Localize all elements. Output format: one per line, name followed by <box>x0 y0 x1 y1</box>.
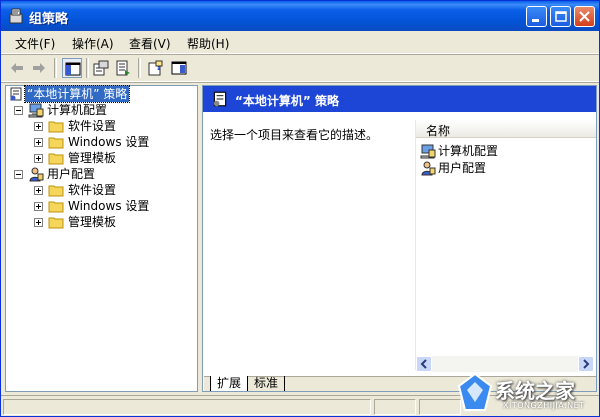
action-pane-icon <box>171 61 187 75</box>
expand-toggle[interactable] <box>34 122 43 131</box>
watermark-text: 系统之家 <box>495 379 575 403</box>
tree-label: 软件设置 <box>68 119 117 133</box>
export-list-button[interactable] <box>113 58 133 78</box>
description-text: 选择一个项目来查看它的描述。 <box>210 128 379 142</box>
watermark-logo-icon <box>457 372 493 411</box>
forward-button[interactable] <box>29 58 49 78</box>
properties-icon <box>93 60 109 76</box>
help-icon: ? <box>148 60 163 76</box>
tree-label: 管理模板 <box>68 151 117 165</box>
expand-toggle[interactable] <box>34 186 43 195</box>
close-icon <box>579 11 590 22</box>
tree-label: “本地计算机” 策略 <box>23 85 131 103</box>
status-cell-2 <box>374 399 416 415</box>
minimize-icon <box>532 19 539 22</box>
collapse-toggle[interactable] <box>14 170 23 179</box>
collapse-toggle[interactable] <box>14 106 23 115</box>
column-header-name[interactable]: 名称 <box>416 120 596 138</box>
tree-item-local-computer-policy[interactable]: “本地计算机” 策略 <box>8 85 196 103</box>
tree-item-computer-config[interactable]: 计算机配置 <box>6 102 194 118</box>
toolbar: ? <box>1 55 599 82</box>
user-config-icon <box>421 161 436 176</box>
toolbar-separator <box>86 58 89 78</box>
tree-label: Windows 设置 <box>68 135 150 149</box>
watermark-subtext: XITONGZHIJIA.NET <box>503 401 585 410</box>
maximize-icon <box>555 11 567 22</box>
properties-button[interactable] <box>91 58 111 78</box>
tree-item-user-windows-settings[interactable]: Windows 设置 <box>6 198 194 214</box>
tree-label: 用户配置 <box>47 167 96 181</box>
list-item-label: 计算机配置 <box>438 144 499 158</box>
minimize-button[interactable] <box>526 6 547 27</box>
group-policy-window: 组策略 文件(F) 操作(A) 查看(V) 帮助(H) ? “本地计算机” 策略… <box>0 0 600 417</box>
tree-label: 软件设置 <box>68 183 117 197</box>
status-cell-main <box>3 399 371 415</box>
banner-title: “本地计算机” 策略 <box>235 94 339 108</box>
console-tree-icon <box>65 62 81 76</box>
folder-icon <box>48 185 64 197</box>
tree-label: Windows 设置 <box>68 199 150 213</box>
maximize-button[interactable] <box>550 6 571 27</box>
export-list-icon <box>116 60 130 76</box>
policy-icon <box>10 87 22 101</box>
list-item-label: 用户配置 <box>438 161 487 175</box>
menu-action[interactable]: 操作(A) <box>72 35 114 52</box>
tab-extended[interactable]: 扩展 <box>210 376 249 391</box>
tree-item-software-settings[interactable]: 软件设置 <box>6 118 194 134</box>
site-watermark: 系统之家 XITONGZHIJIA.NET <box>453 369 599 415</box>
tree-item-admin-templates[interactable]: 管理模板 <box>6 150 194 166</box>
expand-toggle[interactable] <box>34 154 43 163</box>
user-config-icon <box>29 167 44 182</box>
menu-bar: 文件(F) 操作(A) 查看(V) 帮助(H) <box>1 31 599 54</box>
details-pane: “本地计算机” 策略 选择一个项目来查看它的描述。 名称 计算机配置 用户配置 <box>202 85 597 392</box>
expand-toggle[interactable] <box>34 202 43 211</box>
show-hide-console-tree-button[interactable] <box>62 58 82 78</box>
column-header-label: 名称 <box>426 124 451 138</box>
computer-config-icon <box>28 103 44 118</box>
back-button[interactable] <box>7 58 27 78</box>
tab-standard[interactable]: 标准 <box>248 376 286 391</box>
forward-arrow-icon <box>33 63 45 73</box>
folder-icon <box>48 153 64 165</box>
toolbar-separator <box>138 58 141 78</box>
items-list[interactable]: 名称 计算机配置 用户配置 <box>415 120 596 370</box>
tree-item-user-software-settings[interactable]: 软件设置 <box>6 182 194 198</box>
toolbar-separator <box>54 58 57 78</box>
tree-item-user-config[interactable]: 用户配置 <box>6 166 194 182</box>
menu-view[interactable]: 查看(V) <box>129 35 171 52</box>
details-banner: “本地计算机” 策略 <box>203 86 596 112</box>
tree-label: 计算机配置 <box>47 103 108 117</box>
folder-icon <box>48 201 64 213</box>
group-policy-app-icon <box>9 8 23 24</box>
tree-item-windows-settings[interactable]: Windows 设置 <box>6 134 194 150</box>
folder-icon <box>48 121 64 133</box>
expand-toggle[interactable] <box>34 138 43 147</box>
close-button[interactable] <box>574 6 595 27</box>
tree-label: 管理模板 <box>68 215 117 229</box>
tree-item-user-admin-templates[interactable]: 管理模板 <box>6 214 194 230</box>
title-bar[interactable]: 组策略 <box>1 1 599 31</box>
policy-icon <box>213 91 227 107</box>
back-arrow-icon <box>11 63 23 73</box>
menu-help[interactable]: 帮助(H) <box>187 35 229 52</box>
help-button[interactable]: ? <box>146 58 166 78</box>
computer-config-icon <box>420 144 436 159</box>
window-title: 组策略 <box>29 12 69 27</box>
folder-icon <box>48 217 64 229</box>
show-hide-action-pane-button[interactable] <box>169 58 189 78</box>
chevron-left-icon <box>420 359 427 369</box>
scroll-left-button[interactable] <box>416 356 432 372</box>
folder-icon <box>48 137 64 149</box>
console-tree[interactable]: “本地计算机” 策略 计算机配置 软件设置 Windows 设置 管理模板 用户… <box>5 85 198 392</box>
menu-file[interactable]: 文件(F) <box>15 35 55 52</box>
expand-toggle[interactable] <box>34 218 43 227</box>
